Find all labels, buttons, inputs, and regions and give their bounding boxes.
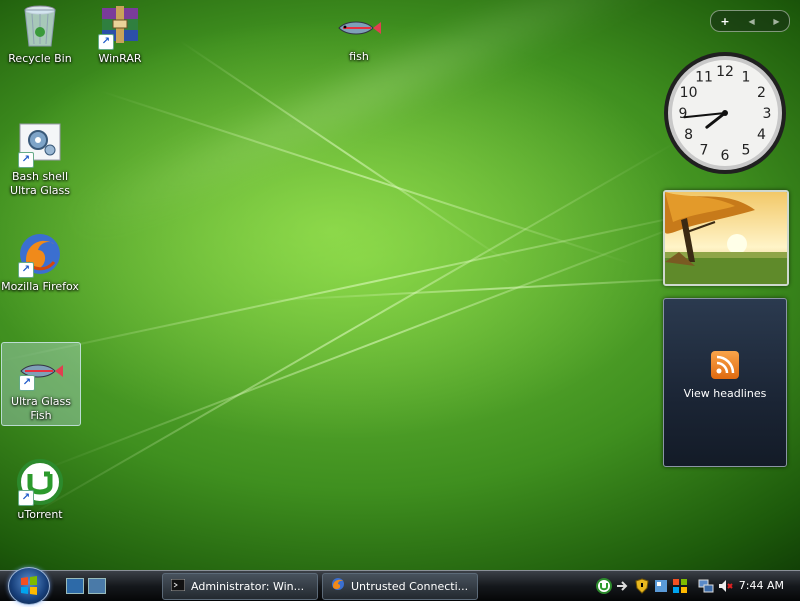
clock-number: 1 <box>742 70 751 86</box>
rss-icon <box>711 351 739 379</box>
desktop-icon-label: Mozilla Firefox <box>1 280 79 293</box>
winrar-icon: ↗ <box>96 2 144 50</box>
sidebar-controls: + ◀ ▶ <box>710 10 790 32</box>
firefox-icon <box>331 575 345 600</box>
desktop-icon-label: WinRAR <box>98 52 142 65</box>
desktop-icon-firefox[interactable]: ↗ Mozilla Firefox <box>1 230 79 294</box>
feed-headlines-gadget[interactable]: View headlines <box>663 298 787 467</box>
recycle-bin-icon <box>16 2 64 50</box>
wallpaper-streak <box>39 212 713 472</box>
fish-icon: ↗ <box>17 353 65 393</box>
clock-number: 11 <box>695 70 713 86</box>
desktop-icon-label: fish <box>349 50 369 63</box>
add-gadget-button[interactable]: + <box>720 15 729 28</box>
clock-number: 10 <box>680 85 698 101</box>
clock-number: 6 <box>721 148 730 164</box>
system-tray: 7:44 AM <box>590 574 800 598</box>
clock-number: 3 <box>763 106 772 122</box>
task-button-console[interactable]: Administrator: Win... <box>162 573 318 600</box>
start-button[interactable] <box>8 567 50 605</box>
desktop-icon-ultra-glass-fish[interactable]: ↗ Ultra Glass Fish <box>1 342 81 426</box>
clock-number: 7 <box>700 142 709 158</box>
windows-logo-icon <box>21 576 37 595</box>
fish-icon <box>335 10 383 48</box>
shortcut-arrow-icon: ↗ <box>19 375 35 391</box>
prev-gadget-button[interactable]: ◀ <box>748 17 754 26</box>
task-button-label: Untrusted Connecti... <box>351 580 469 593</box>
desktop-icon-label: Recycle Bin <box>8 52 72 65</box>
show-desktop-icon[interactable] <box>66 578 84 594</box>
arrow-tray-icon[interactable] <box>615 578 631 594</box>
slideshow-gadget[interactable] <box>663 190 789 286</box>
desktop-icon-winrar[interactable]: ↗ WinRAR <box>81 2 159 66</box>
clock-number: 8 <box>684 127 693 143</box>
shortcut-arrow-icon: ↗ <box>18 490 34 506</box>
firefox-icon: ↗ <box>16 230 64 278</box>
task-button-firefox[interactable]: Untrusted Connecti... <box>322 573 478 600</box>
gear-icon: ↗ <box>16 120 64 168</box>
desktop-icon-label: Bash shell Ultra Glass <box>10 170 70 197</box>
desktop-icon-bash-shell[interactable]: ↗ Bash shell Ultra Glass <box>1 120 79 198</box>
next-gadget-button[interactable]: ▶ <box>773 17 779 26</box>
clock-number: 12 <box>716 64 734 80</box>
utorrent-icon: ↗ <box>16 458 64 506</box>
clock-gadget[interactable]: 12 1 2 3 4 5 6 7 8 9 10 11 <box>662 50 788 176</box>
shortcut-arrow-icon: ↗ <box>98 34 114 50</box>
task-button-label: Administrator: Win... <box>191 580 305 593</box>
taskbar-clock[interactable]: 7:44 AM <box>739 579 784 592</box>
windows-update-icon[interactable] <box>672 578 688 594</box>
volume-muted-icon[interactable] <box>717 578 733 594</box>
desktop-icon-label: uTorrent <box>17 508 63 521</box>
network-icon[interactable] <box>698 578 714 594</box>
utorrent-tray-icon[interactable] <box>596 578 612 594</box>
switch-windows-icon[interactable] <box>88 578 106 594</box>
taskbar: Administrator: Win... Untrusted Connecti… <box>0 567 800 605</box>
clock-number: 2 <box>757 85 766 101</box>
autumn-photo <box>665 192 787 284</box>
desktop-icon-utorrent[interactable]: ↗ uTorrent <box>1 458 79 522</box>
desktop-icon-fish[interactable]: fish <box>320 10 398 64</box>
desktop[interactable]: Recycle Bin ↗ WinRAR fish ↗ Bash shell U… <box>0 0 800 570</box>
shortcut-arrow-icon: ↗ <box>18 152 34 168</box>
clock-number: 4 <box>757 127 766 143</box>
desktop-icon-label: Ultra Glass Fish <box>11 395 71 422</box>
console-icon <box>170 575 186 600</box>
shortcut-arrow-icon: ↗ <box>18 262 34 278</box>
defender-tray-icon[interactable] <box>653 578 669 594</box>
clock-number: 9 <box>679 106 688 122</box>
security-shield-icon[interactable] <box>634 578 650 594</box>
view-headlines-link[interactable]: View headlines <box>664 387 786 400</box>
desktop-icon-recycle-bin[interactable]: Recycle Bin <box>1 2 79 66</box>
clock-number: 5 <box>742 142 751 158</box>
